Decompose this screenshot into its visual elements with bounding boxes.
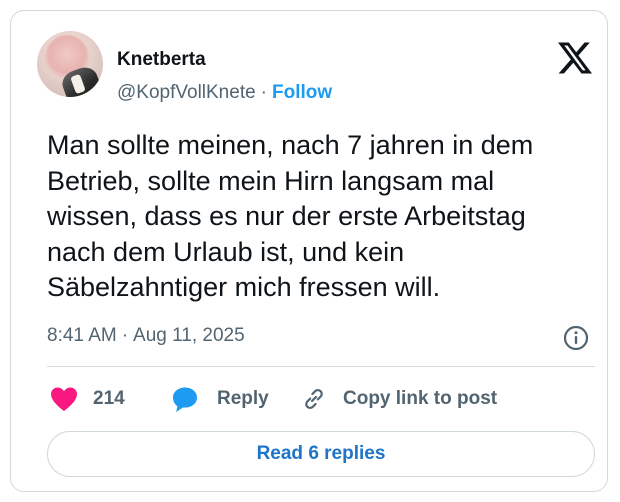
tweet-timestamp[interactable]: 8:41 AM · Aug 11, 2025 (47, 325, 245, 347)
speech-bubble-icon (173, 387, 197, 412)
author-name[interactable]: Knetberta (117, 49, 206, 71)
tweet-date: Aug 11, 2025 (133, 325, 245, 346)
copy-link-label: Copy link to post (343, 388, 498, 409)
x-logo-icon[interactable] (556, 41, 594, 75)
reply-button[interactable]: Reply (171, 385, 269, 413)
heart-icon (51, 387, 77, 411)
reply-label: Reply (217, 388, 269, 409)
like-count: 214 (93, 388, 125, 409)
copy-link-button[interactable]: Copy link to post (301, 385, 497, 413)
author-handle[interactable]: @KopfVollKnete (117, 82, 256, 103)
author-handle-row: @KopfVollKnete · Follow (117, 82, 332, 104)
avatar[interactable] (37, 31, 103, 97)
read-replies-button[interactable]: Read 6 replies (47, 431, 595, 477)
divider (47, 366, 595, 367)
link-icon (305, 389, 323, 409)
tweet-time: 8:41 AM (47, 325, 117, 346)
tweet-card: Knetberta @KopfVollKnete · Follow Man soll… (10, 10, 608, 492)
separator-dot: · (260, 82, 267, 103)
tweet-text: Man sollte meinen, nach 7 jahren in dem … (47, 130, 534, 302)
info-icon[interactable] (563, 325, 589, 351)
separator-dot: · (121, 325, 129, 346)
follow-button[interactable]: Follow (272, 82, 332, 103)
like-button[interactable]: 214 (49, 385, 125, 413)
